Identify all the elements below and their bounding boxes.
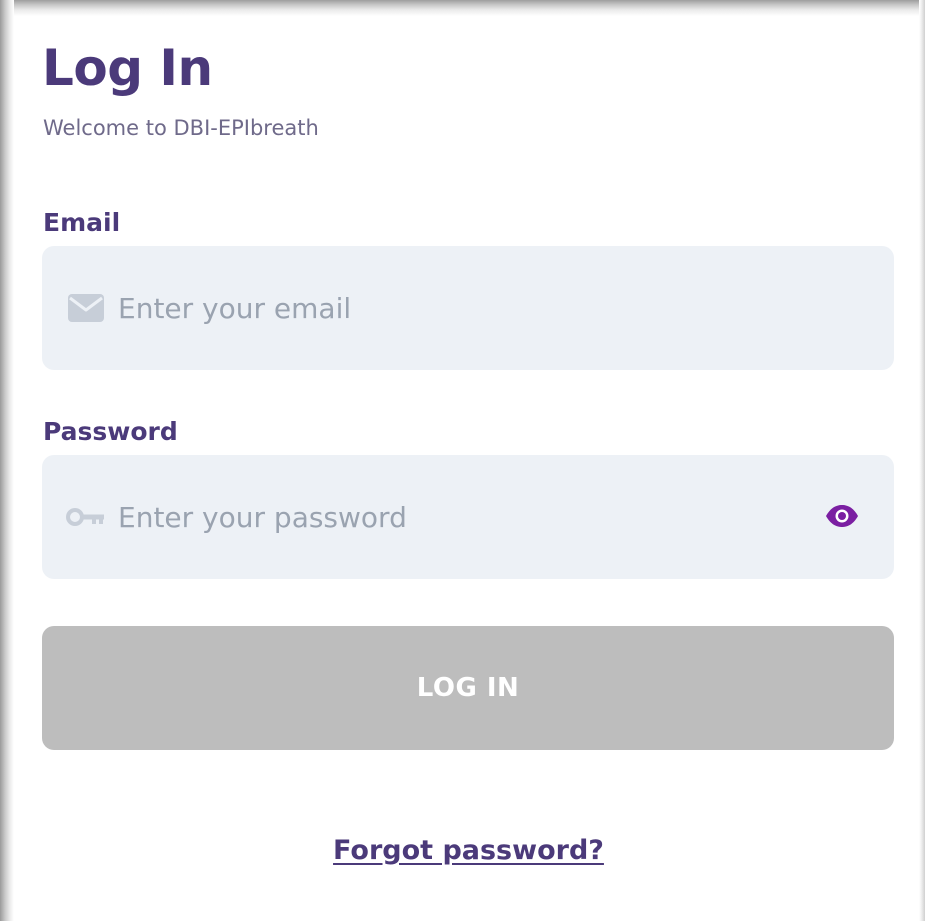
password-field[interactable]	[42, 455, 894, 579]
login-form: Log In Welcome to DBI-EPIbreath Email Pa…	[0, 0, 925, 921]
email-field[interactable]	[42, 246, 894, 370]
show-password-button[interactable]	[812, 487, 872, 547]
envelope-icon	[66, 288, 106, 328]
password-label: Password	[43, 417, 178, 446]
page-title: Log In	[42, 39, 213, 97]
forgot-password-link[interactable]: Forgot password?	[0, 833, 925, 869]
password-input[interactable]	[118, 487, 812, 547]
email-input[interactable]	[118, 278, 894, 338]
eye-icon	[825, 504, 859, 530]
email-label: Email	[43, 208, 121, 237]
key-icon	[66, 497, 106, 537]
login-button[interactable]: LOG IN	[42, 626, 894, 750]
page-subtitle: Welcome to DBI-EPIbreath	[43, 116, 319, 140]
login-screen: Log In Welcome to DBI-EPIbreath Email Pa…	[0, 0, 925, 921]
